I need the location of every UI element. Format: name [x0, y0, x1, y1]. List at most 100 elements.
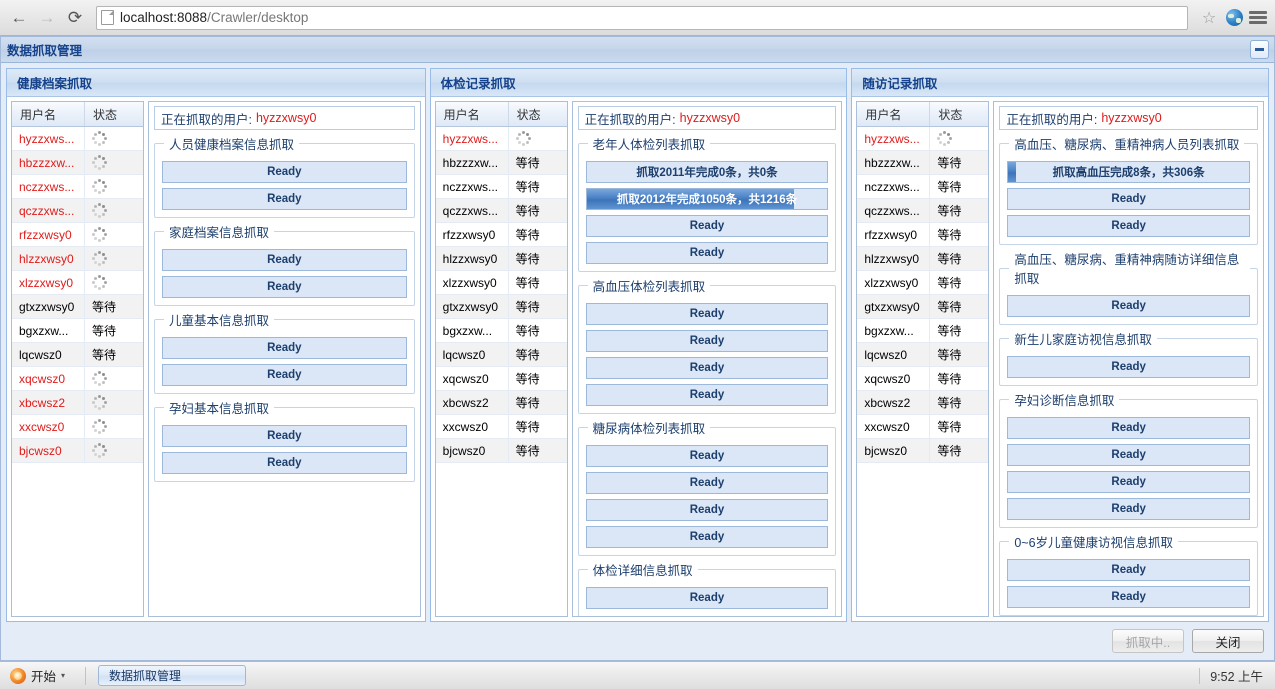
user-grid[interactable]: 用户名 状态 hyzzxws...hbzzzxw...nczzxws...qcz… — [11, 101, 144, 617]
table-row[interactable]: xlzzxwsy0等待 — [436, 271, 567, 295]
user-grid[interactable]: 用户名 状态 hyzzxws...hbzzzxw...等待nczzxws...等… — [856, 101, 989, 617]
panel-body: 用户名 状态 hyzzxws...hbzzzxw...nczzxws...qcz… — [7, 97, 425, 621]
progress-bar[interactable]: 抓取高血压完成8条，共306条 — [1007, 161, 1250, 183]
table-row[interactable]: nczzxws...等待 — [436, 175, 567, 199]
table-row[interactable]: bjcwsz0 — [12, 439, 143, 463]
progress-bar[interactable]: Ready — [162, 425, 407, 447]
progress-bar[interactable]: 抓取2011年完成0条，共0条 — [586, 161, 829, 183]
table-row[interactable]: rfzzxwsy0等待 — [857, 223, 988, 247]
progress-bar[interactable]: Ready — [1007, 444, 1250, 466]
progress-bar[interactable]: Ready — [1007, 471, 1250, 493]
taskbar-item-crawler[interactable]: 数据抓取管理 — [98, 665, 246, 686]
table-row[interactable]: qczzxws...等待 — [436, 199, 567, 223]
table-row[interactable]: qczzxws... — [12, 199, 143, 223]
table-row[interactable]: xbcwsz2等待 — [857, 391, 988, 415]
table-row[interactable]: gtxzxwsy0等待 — [857, 295, 988, 319]
progress-bar[interactable]: Ready — [586, 215, 829, 237]
progress-bar[interactable]: Ready — [162, 364, 407, 386]
table-row[interactable]: bgxzxw...等待 — [12, 319, 143, 343]
table-row[interactable]: nczzxws... — [12, 175, 143, 199]
globe-icon[interactable] — [1226, 9, 1243, 26]
progress-bar[interactable]: Ready — [1007, 417, 1250, 439]
progress-bar[interactable]: Ready — [586, 587, 829, 609]
table-row[interactable]: hlzzxwsy0 — [12, 247, 143, 271]
table-row[interactable]: xbcwsz2等待 — [436, 391, 567, 415]
progress-bar[interactable]: Ready — [162, 188, 407, 210]
progress-bar[interactable]: Ready — [586, 499, 829, 521]
table-row[interactable]: hyzzxws... — [857, 127, 988, 151]
reload-icon[interactable]: ⟳ — [64, 7, 86, 29]
start-button[interactable]: 开始 ▾ — [8, 664, 73, 687]
crawling-button[interactable]: 抓取中.. — [1112, 629, 1184, 653]
table-row[interactable]: lqcwsz0等待 — [12, 343, 143, 367]
progress-bar[interactable]: Ready — [162, 452, 407, 474]
table-row[interactable]: gtxzxwsy0等待 — [12, 295, 143, 319]
progress-bar[interactable]: Ready — [586, 357, 829, 379]
back-arrow-icon[interactable]: ← — [8, 7, 30, 29]
loading-spinner-icon — [937, 131, 952, 146]
panel-title: 健康档案抓取 — [17, 73, 92, 92]
table-row[interactable]: rfzzxwsy0等待 — [436, 223, 567, 247]
progress-bar[interactable]: Ready — [586, 384, 829, 406]
table-row[interactable]: xxcwsz0 — [12, 415, 143, 439]
table-row[interactable]: hbzzzxw... — [12, 151, 143, 175]
cell-username: lqcwsz0 — [436, 343, 509, 366]
table-row[interactable]: lqcwsz0等待 — [436, 343, 567, 367]
loading-spinner-icon — [92, 275, 107, 290]
table-row[interactable]: xqcwsz0等待 — [857, 367, 988, 391]
progress-bar[interactable]: Ready — [162, 276, 407, 298]
table-row[interactable]: nczzxws...等待 — [857, 175, 988, 199]
close-button[interactable]: 关闭 — [1192, 629, 1264, 653]
menu-hamburger-icon[interactable] — [1249, 7, 1267, 28]
panel-header: 健康档案抓取 — [7, 69, 425, 97]
progress-bar[interactable]: Ready — [586, 472, 829, 494]
table-row[interactable]: xqcwsz0等待 — [436, 367, 567, 391]
progress-bar[interactable]: Ready — [1007, 215, 1250, 237]
progress-bar[interactable]: Ready — [1007, 188, 1250, 210]
table-row[interactable]: hlzzxwsy0等待 — [436, 247, 567, 271]
progress-bar[interactable]: 抓取2012年完成1050条，共1216条 — [586, 188, 829, 210]
cell-status: 等待 — [930, 199, 988, 222]
table-row[interactable]: gtxzxwsy0等待 — [436, 295, 567, 319]
progress-bar-label: Ready — [163, 189, 406, 209]
table-row[interactable]: qczzxws...等待 — [857, 199, 988, 223]
address-bar[interactable]: localhost:8088/Crawler/desktop — [96, 6, 1188, 30]
bookmark-star-icon[interactable]: ☆ — [1198, 7, 1220, 29]
progress-bar[interactable]: Ready — [1007, 295, 1250, 317]
table-row[interactable]: xlzzxwsy0等待 — [857, 271, 988, 295]
table-row[interactable]: xbcwsz2 — [12, 391, 143, 415]
forward-arrow-icon[interactable]: → — [36, 7, 58, 29]
progress-bar[interactable]: Ready — [1007, 586, 1250, 608]
table-row[interactable]: xxcwsz0等待 — [857, 415, 988, 439]
table-row[interactable]: bgxzxw...等待 — [436, 319, 567, 343]
table-row[interactable]: xxcwsz0等待 — [436, 415, 567, 439]
progress-bar[interactable]: Ready — [162, 161, 407, 183]
table-row[interactable]: hbzzzxw...等待 — [857, 151, 988, 175]
table-row[interactable]: hbzzzxw...等待 — [436, 151, 567, 175]
progress-bar[interactable]: Ready — [586, 526, 829, 548]
progress-bar[interactable]: Ready — [1007, 559, 1250, 581]
table-row[interactable]: xqcwsz0 — [12, 367, 143, 391]
progress-bar[interactable]: Ready — [162, 337, 407, 359]
table-row[interactable]: rfzzxwsy0 — [12, 223, 143, 247]
progress-bar[interactable]: Ready — [586, 303, 829, 325]
table-row[interactable]: hlzzxwsy0等待 — [857, 247, 988, 271]
cell-status: 等待 — [930, 151, 988, 174]
table-row[interactable]: bjcwsz0等待 — [436, 439, 567, 463]
table-row[interactable]: xlzzxwsy0 — [12, 271, 143, 295]
table-row[interactable]: hyzzxws... — [436, 127, 567, 151]
user-grid[interactable]: 用户名 状态 hyzzxws...hbzzzxw...等待nczzxws...等… — [435, 101, 568, 617]
minimize-button[interactable] — [1250, 40, 1269, 59]
progress-bar[interactable]: Ready — [586, 445, 829, 467]
progress-bar[interactable]: Ready — [1007, 498, 1250, 520]
progress-bar[interactable]: Ready — [162, 249, 407, 271]
table-row[interactable]: bjcwsz0等待 — [857, 439, 988, 463]
table-row[interactable]: hyzzxws... — [12, 127, 143, 151]
progress-bar[interactable]: Ready — [586, 330, 829, 352]
table-row[interactable]: lqcwsz0等待 — [857, 343, 988, 367]
progress-bar[interactable]: Ready — [586, 242, 829, 264]
cell-username: hlzzxwsy0 — [12, 247, 85, 270]
table-row[interactable]: bgxzxw...等待 — [857, 319, 988, 343]
progress-bar-label: Ready — [1008, 296, 1249, 316]
progress-bar[interactable]: Ready — [1007, 356, 1250, 378]
